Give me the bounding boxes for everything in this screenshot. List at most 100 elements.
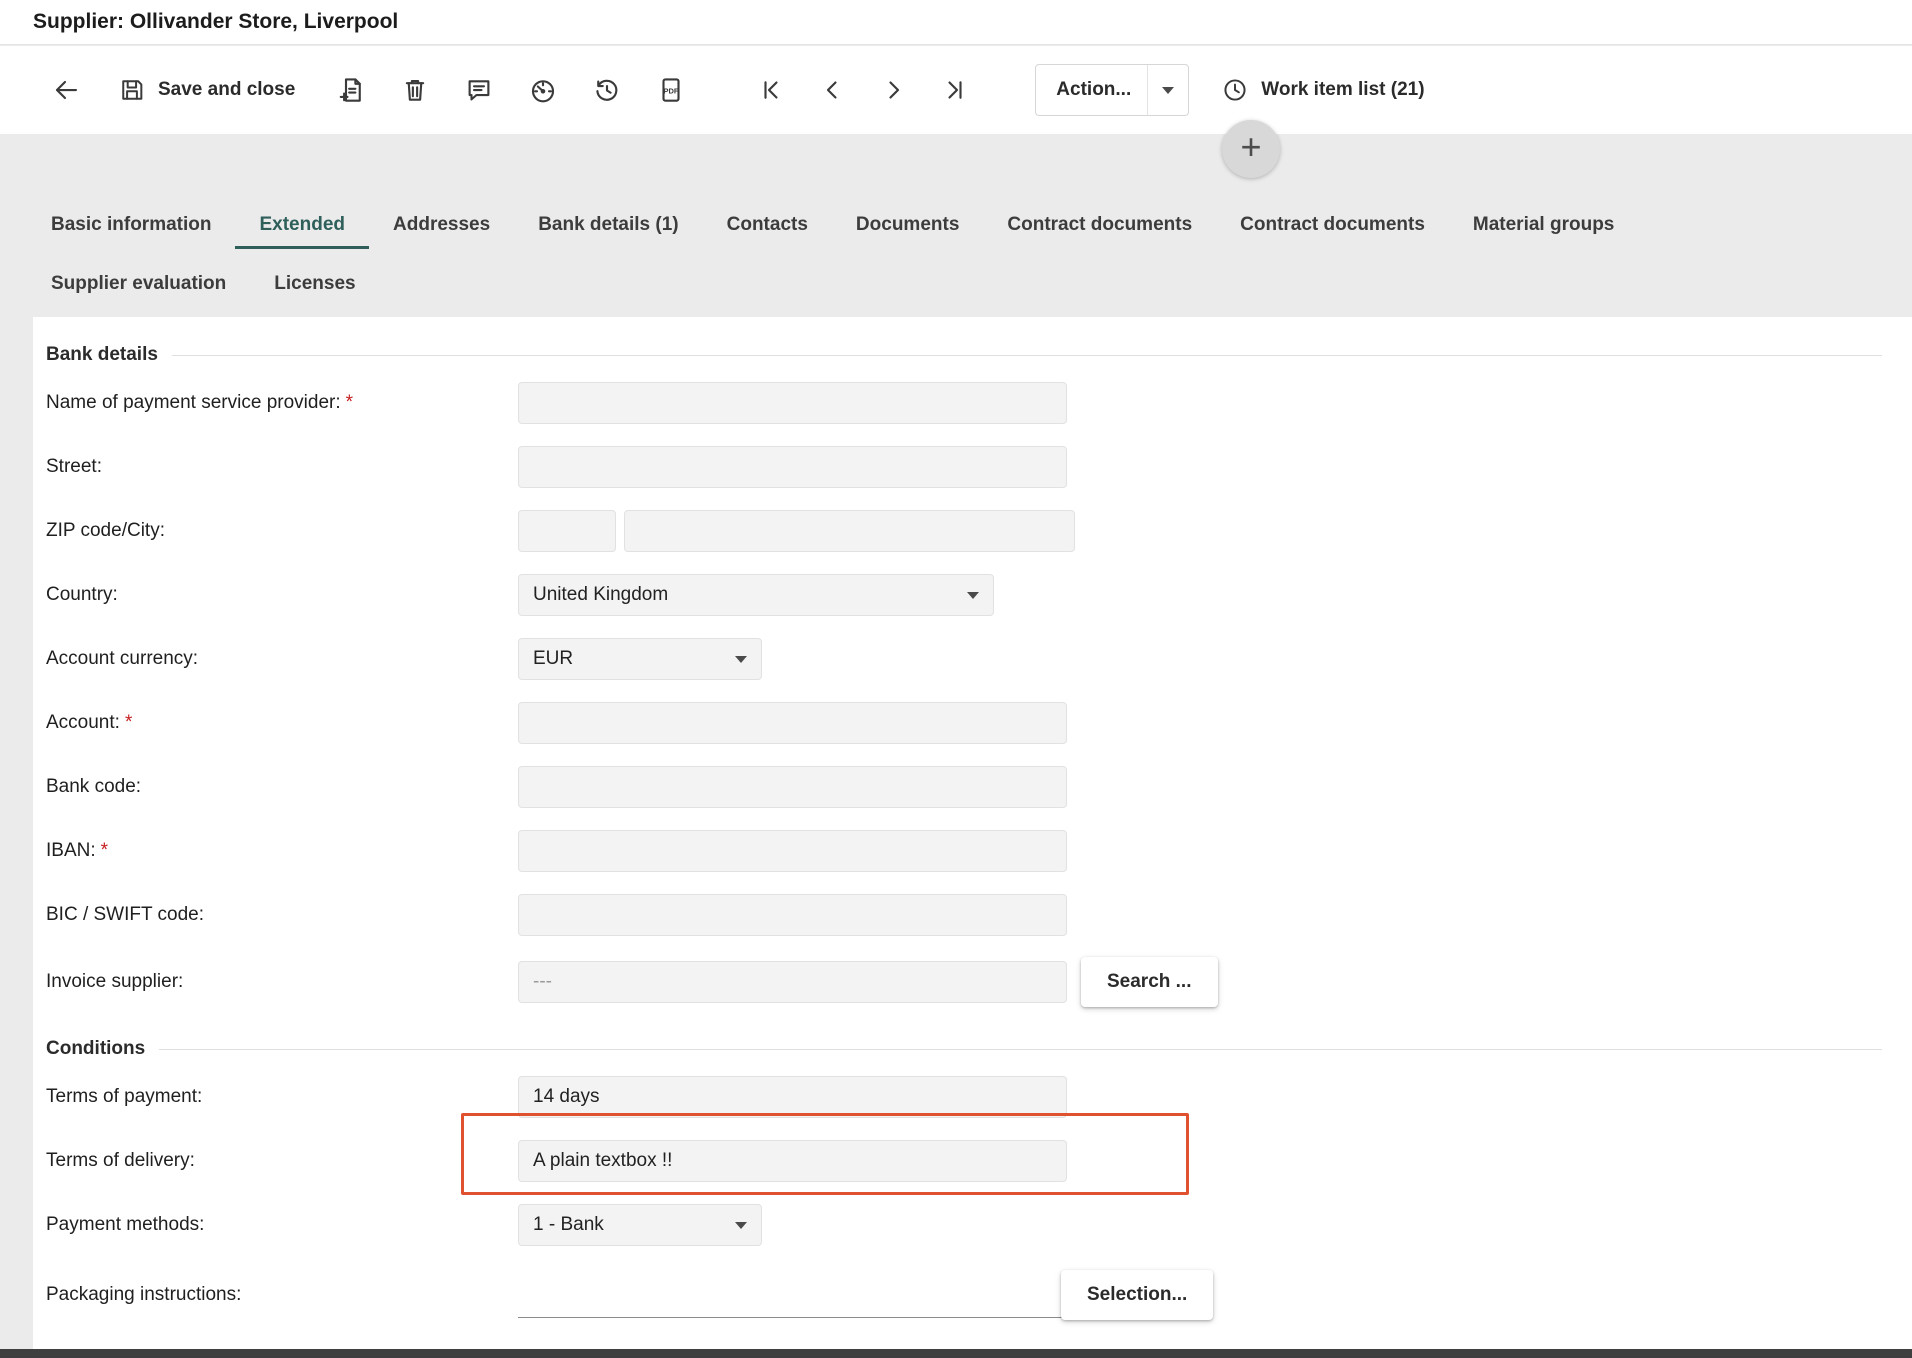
field-zip-city: ZIP code/City: — [46, 499, 1882, 563]
next-icon — [878, 75, 908, 105]
chevron-down-icon — [1162, 87, 1174, 94]
terms-of-payment-label: Terms of payment: — [46, 1086, 518, 1108]
required-asterisk: * — [125, 712, 132, 733]
comment-icon — [464, 75, 494, 105]
field-psp: Name of payment service provider:* — [46, 371, 1882, 435]
first-page-icon — [758, 75, 788, 105]
form-panel: Bank details Name of payment service pro… — [33, 317, 1912, 1358]
field-bic: BIC / SWIFT code: — [46, 883, 1882, 947]
psp-label: Name of payment service provider:* — [46, 392, 518, 414]
bic-label: BIC / SWIFT code: — [46, 904, 518, 926]
tab-documents[interactable]: Documents — [832, 203, 983, 249]
terms-of-payment-input[interactable] — [518, 1076, 1067, 1118]
zip-input[interactable] — [518, 510, 616, 552]
required-asterisk: * — [101, 840, 108, 861]
invoice-supplier-label: Invoice supplier: — [46, 971, 518, 993]
account-input[interactable] — [518, 702, 1067, 744]
section-divider — [159, 1049, 1882, 1050]
work-item-list-button[interactable]: Work item list (21) — [1221, 76, 1424, 104]
first-record-button[interactable] — [755, 72, 791, 108]
field-invoice-supplier: Invoice supplier: Search ... — [46, 947, 1882, 1017]
bank-code-label: Bank code: — [46, 776, 518, 798]
field-iban: IBAN:* — [46, 819, 1882, 883]
invoice-supplier-input[interactable] — [518, 961, 1067, 1003]
save-icon — [118, 76, 146, 104]
tab-material-groups[interactable]: Material groups — [1449, 203, 1638, 249]
field-bank-code: Bank code: — [46, 755, 1882, 819]
field-account: Account:* — [46, 691, 1882, 755]
tab-addresses[interactable]: Addresses — [369, 203, 514, 249]
payment-methods-select-value: 1 - Bank — [533, 1214, 604, 1236]
field-terms-of-delivery: Terms of delivery: — [46, 1129, 1882, 1193]
chevron-down-icon — [967, 592, 979, 599]
tab-bank-details[interactable]: Bank details (1) — [514, 203, 702, 249]
back-button[interactable] — [48, 72, 84, 108]
gauge-button[interactable] — [525, 72, 561, 108]
tab-bar-row-1: Basic information Extended Addresses Ban… — [0, 203, 1912, 249]
action-button[interactable]: Action... — [1035, 64, 1189, 116]
tab-licenses[interactable]: Licenses — [250, 262, 379, 308]
tab-extended[interactable]: Extended — [235, 203, 369, 249]
previous-icon — [818, 75, 848, 105]
zip-city-label: ZIP code/City: — [46, 520, 518, 542]
record-navigation — [755, 72, 995, 108]
field-terms-of-payment: Terms of payment: — [46, 1065, 1882, 1129]
field-payment-methods: Payment methods: 1 - Bank — [46, 1193, 1882, 1257]
required-asterisk: * — [346, 392, 353, 413]
save-and-close-label: Save and close — [158, 79, 295, 101]
terms-of-delivery-input[interactable] — [518, 1140, 1067, 1182]
field-street: Street: — [46, 435, 1882, 499]
new-document-button[interactable] — [333, 72, 369, 108]
tab-contract-documents-1[interactable]: Contract documents — [983, 203, 1216, 249]
city-input[interactable] — [624, 510, 1075, 552]
pdf-icon: PDF — [656, 75, 686, 105]
delete-icon — [400, 75, 430, 105]
tab-contacts[interactable]: Contacts — [703, 203, 832, 249]
supplier-detail-page: Supplier: Ollivander Store, Liverpool Sa… — [0, 0, 1912, 1358]
clock-icon — [1221, 76, 1249, 104]
last-page-icon — [938, 75, 968, 105]
svg-text:PDF: PDF — [664, 86, 679, 95]
payment-methods-select[interactable]: 1 - Bank — [518, 1204, 762, 1246]
page-title: Supplier: Ollivander Store, Liverpool — [33, 10, 398, 34]
last-record-button[interactable] — [935, 72, 971, 108]
chevron-down-icon — [735, 1222, 747, 1229]
search-button[interactable]: Search ... — [1081, 957, 1218, 1007]
tab-contract-documents-2[interactable]: Contract documents — [1216, 203, 1449, 249]
bottom-bar — [0, 1349, 1912, 1358]
bic-input[interactable] — [518, 894, 1067, 936]
delete-button[interactable] — [397, 72, 433, 108]
selection-button[interactable]: Selection... — [1061, 1270, 1213, 1320]
account-label: Account:* — [46, 712, 518, 734]
back-icon — [51, 75, 81, 105]
chevron-down-icon — [735, 656, 747, 663]
section-conditions-title: Conditions — [46, 1038, 145, 1060]
country-select[interactable]: United Kingdom — [518, 574, 994, 616]
country-label: Country: — [46, 584, 518, 606]
add-button[interactable]: + — [1222, 120, 1280, 178]
tab-basic-information[interactable]: Basic information — [27, 203, 235, 249]
history-icon — [592, 75, 622, 105]
payment-methods-label: Payment methods: — [46, 1214, 518, 1236]
toolbar: Save and close PDF — [0, 46, 1912, 134]
save-and-close-button[interactable]: Save and close — [118, 76, 295, 104]
pdf-export-button[interactable]: PDF — [653, 72, 689, 108]
comment-button[interactable] — [461, 72, 497, 108]
country-select-value: United Kingdom — [533, 584, 668, 606]
field-account-currency: Account currency: EUR — [46, 627, 1882, 691]
account-currency-select-value: EUR — [533, 648, 573, 670]
action-button-label: Action... — [1056, 79, 1131, 101]
previous-record-button[interactable] — [815, 72, 851, 108]
document-add-icon — [336, 75, 366, 105]
account-currency-select[interactable]: EUR — [518, 638, 762, 680]
section-bank-details: Bank details — [46, 339, 1882, 371]
titlebar: Supplier: Ollivander Store, Liverpool — [0, 0, 1912, 45]
packaging-instructions-input[interactable] — [518, 1272, 1067, 1318]
street-input[interactable] — [518, 446, 1067, 488]
next-record-button[interactable] — [875, 72, 911, 108]
psp-input[interactable] — [518, 382, 1067, 424]
history-button[interactable] — [589, 72, 625, 108]
tab-supplier-evaluation[interactable]: Supplier evaluation — [27, 262, 250, 308]
bank-code-input[interactable] — [518, 766, 1067, 808]
iban-input[interactable] — [518, 830, 1067, 872]
